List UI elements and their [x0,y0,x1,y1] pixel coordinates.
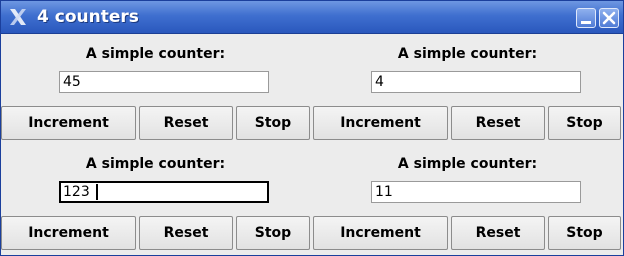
reset-button[interactable]: Reset [451,106,545,140]
counter-4: A simple counter: Increment Reset Stop [313,144,622,254]
counter-label: A simple counter: [85,46,226,62]
counter-value-field[interactable] [371,71,581,93]
window-title: 4 counters [37,7,139,27]
right-column: A simple counter: Increment Reset Stop A… [313,34,622,256]
reset-button[interactable]: Reset [451,216,545,250]
counter-label: A simple counter: [85,156,226,172]
increment-button[interactable]: Increment [313,216,448,250]
counter-label: A simple counter: [397,156,538,172]
counter-3: A simple counter: Increment Reset Stop [1,144,310,254]
stop-button[interactable]: Stop [236,216,310,250]
left-column: A simple counter: Increment Reset Stop A… [1,34,310,256]
counter-1: A simple counter: Increment Reset Stop [1,34,310,144]
increment-button[interactable]: Increment [313,106,448,140]
app-window: 4 counters A simple counter: Increment R… [0,0,624,256]
stop-button[interactable]: Stop [548,106,621,140]
counter-2: A simple counter: Increment Reset Stop [313,34,622,144]
minimize-icon [581,21,591,24]
counter-value-field[interactable] [59,71,269,93]
x-logo-icon[interactable] [7,6,29,28]
reset-button[interactable]: Reset [139,106,233,140]
title-bar[interactable]: 4 counters [1,1,623,34]
counter-label: A simple counter: [397,46,538,62]
reset-button[interactable]: Reset [139,216,233,250]
stop-button[interactable]: Stop [548,216,621,250]
stop-button[interactable]: Stop [236,106,310,140]
counter-value-field[interactable] [59,181,269,203]
increment-button[interactable]: Increment [1,216,136,250]
close-icon [602,11,616,25]
text-cursor [96,184,98,200]
increment-button[interactable]: Increment [1,106,136,140]
minimize-button[interactable] [576,8,596,28]
counter-value-field[interactable] [371,181,581,203]
close-button[interactable] [599,8,619,28]
